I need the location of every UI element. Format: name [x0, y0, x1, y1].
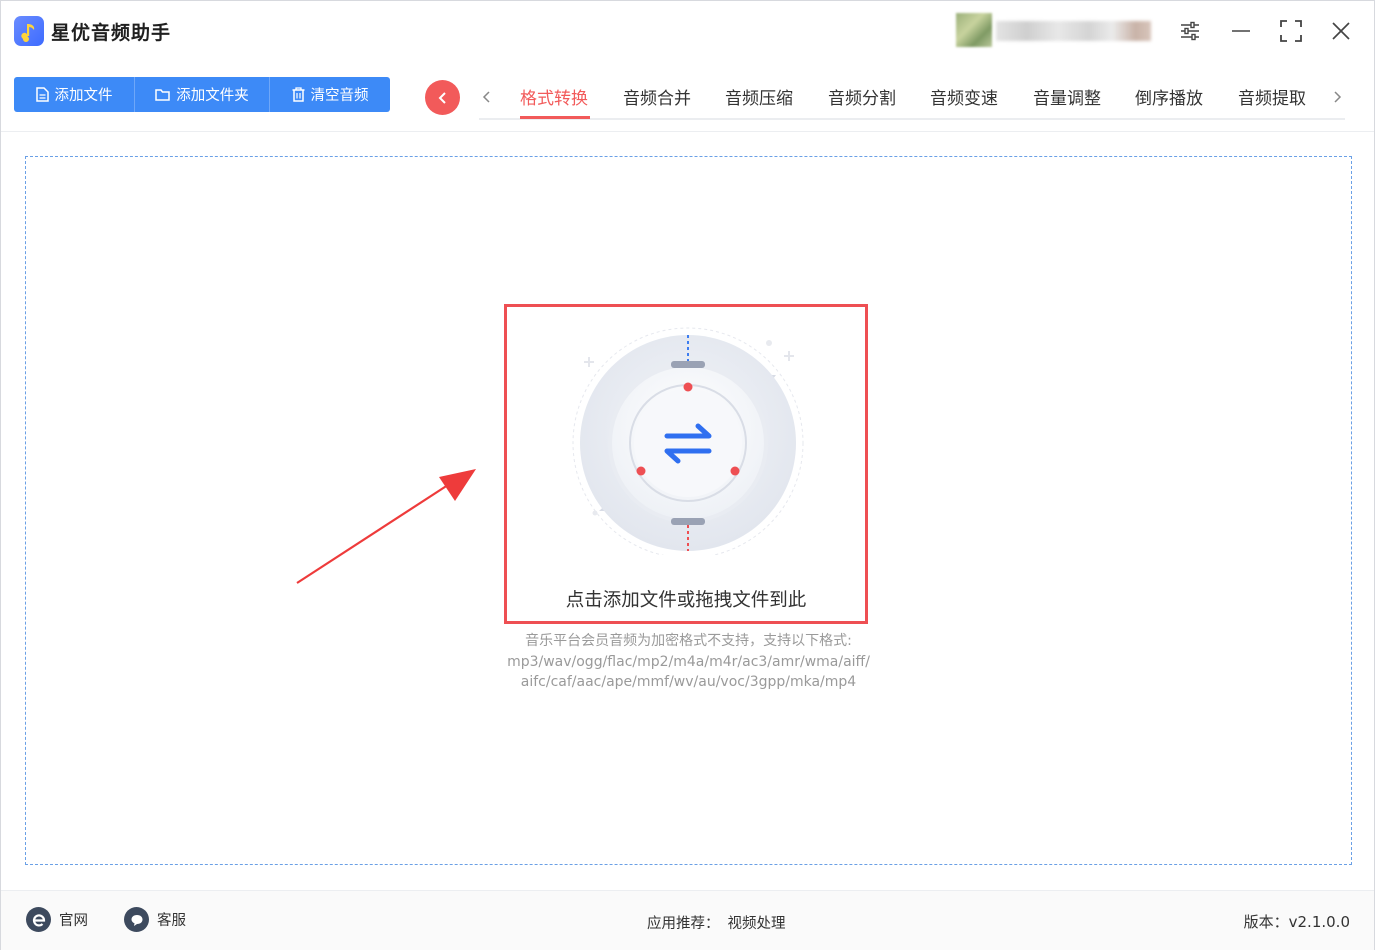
- minimize-button[interactable]: [1225, 15, 1257, 47]
- close-icon: [1332, 22, 1350, 40]
- format-note-line-1: 音乐平台会员音频为加密格式不支持，支持以下格式:: [525, 633, 852, 649]
- app-title: 星优音频助手: [51, 22, 172, 44]
- recommend-video-link[interactable]: 视频处理: [728, 916, 786, 932]
- clear-audio-button[interactable]: 清空音频: [270, 77, 390, 112]
- app-window: 星优音频助手 添加文件 添加文件夹 清空音频 格式转换 音频合并 音频压缩 音频…: [0, 0, 1375, 950]
- tabs-scroll-left[interactable]: [479, 86, 495, 108]
- user-name-blurred[interactable]: [996, 21, 1151, 41]
- annotation-arrow-icon: [296, 469, 476, 584]
- supported-formats-note: 音乐平台会员音频为加密格式不支持，支持以下格式: mp3/wav/ogg/fla…: [461, 631, 916, 693]
- add-folder-label: 添加文件夹: [176, 88, 249, 104]
- sliders-icon: [1181, 21, 1199, 41]
- close-button[interactable]: [1325, 15, 1357, 47]
- tabs-scroll-right[interactable]: [1329, 86, 1345, 108]
- version-text: 版本：v2.1.0.0: [1243, 913, 1350, 931]
- chevron-left-icon: [438, 91, 446, 104]
- file-icon: [35, 87, 49, 102]
- drop-prompt[interactable]: 点击添加文件或拖拽文件到此: [504, 586, 868, 612]
- app-recommend: 应用推荐： 视频处理: [647, 912, 786, 933]
- collapse-sidebar-button[interactable]: [425, 80, 460, 115]
- tab-audio-compress[interactable]: 音频压缩: [725, 84, 793, 109]
- active-tab-indicator: [520, 116, 590, 119]
- add-folder-button[interactable]: 添加文件夹: [135, 77, 270, 112]
- title-bar: 星优音频助手: [1, 1, 1374, 63]
- user-avatar[interactable]: [956, 13, 992, 47]
- website-label: 官网: [59, 913, 88, 929]
- trash-icon: [292, 87, 304, 102]
- tab-reverse-play[interactable]: 倒序播放: [1135, 84, 1203, 109]
- tab-audio-extract[interactable]: 音频提取: [1238, 84, 1306, 109]
- minimize-icon: [1232, 30, 1250, 32]
- toolbar: 添加文件 添加文件夹 清空音频: [14, 77, 390, 112]
- chat-bubble-icon: [124, 907, 149, 932]
- support-label: 客服: [157, 913, 186, 929]
- website-link[interactable]: 官网: [26, 907, 88, 932]
- maximize-icon: [1280, 20, 1302, 42]
- highlight-annotation-box: [504, 304, 868, 624]
- tab-audio-split[interactable]: 音频分割: [828, 84, 896, 109]
- maximize-button[interactable]: [1275, 15, 1307, 47]
- format-note-line-3: aifc/caf/aac/ape/mmf/wv/au/voc/3gpp/mka/…: [520, 674, 857, 690]
- support-link[interactable]: 客服: [124, 907, 186, 932]
- tab-volume-adjust[interactable]: 音量调整: [1033, 84, 1101, 109]
- add-file-label: 添加文件: [54, 88, 113, 104]
- tab-format-convert[interactable]: 格式转换: [520, 84, 588, 109]
- tab-audio-merge[interactable]: 音频合并: [623, 84, 691, 109]
- header-divider: [1, 131, 1374, 132]
- browser-e-icon: [26, 907, 51, 932]
- clear-audio-label: 清空音频: [310, 88, 369, 104]
- recommend-label: 应用推荐：: [647, 916, 720, 932]
- chevron-right-icon: [1334, 91, 1342, 103]
- chevron-left-icon: [482, 91, 490, 103]
- add-file-button[interactable]: 添加文件: [14, 77, 135, 112]
- settings-button[interactable]: [1174, 15, 1206, 47]
- format-note-line-2: mp3/wav/ogg/flac/mp2/m4a/m4r/ac3/amr/wma…: [507, 653, 870, 670]
- tab-audio-speed[interactable]: 音频变速: [930, 84, 998, 109]
- folder-icon: [155, 89, 170, 101]
- app-logo-icon: [14, 16, 44, 46]
- function-tabs: 格式转换 音频合并 音频压缩 音频分割 音频变速 音量调整 倒序播放 音频提取: [479, 77, 1345, 120]
